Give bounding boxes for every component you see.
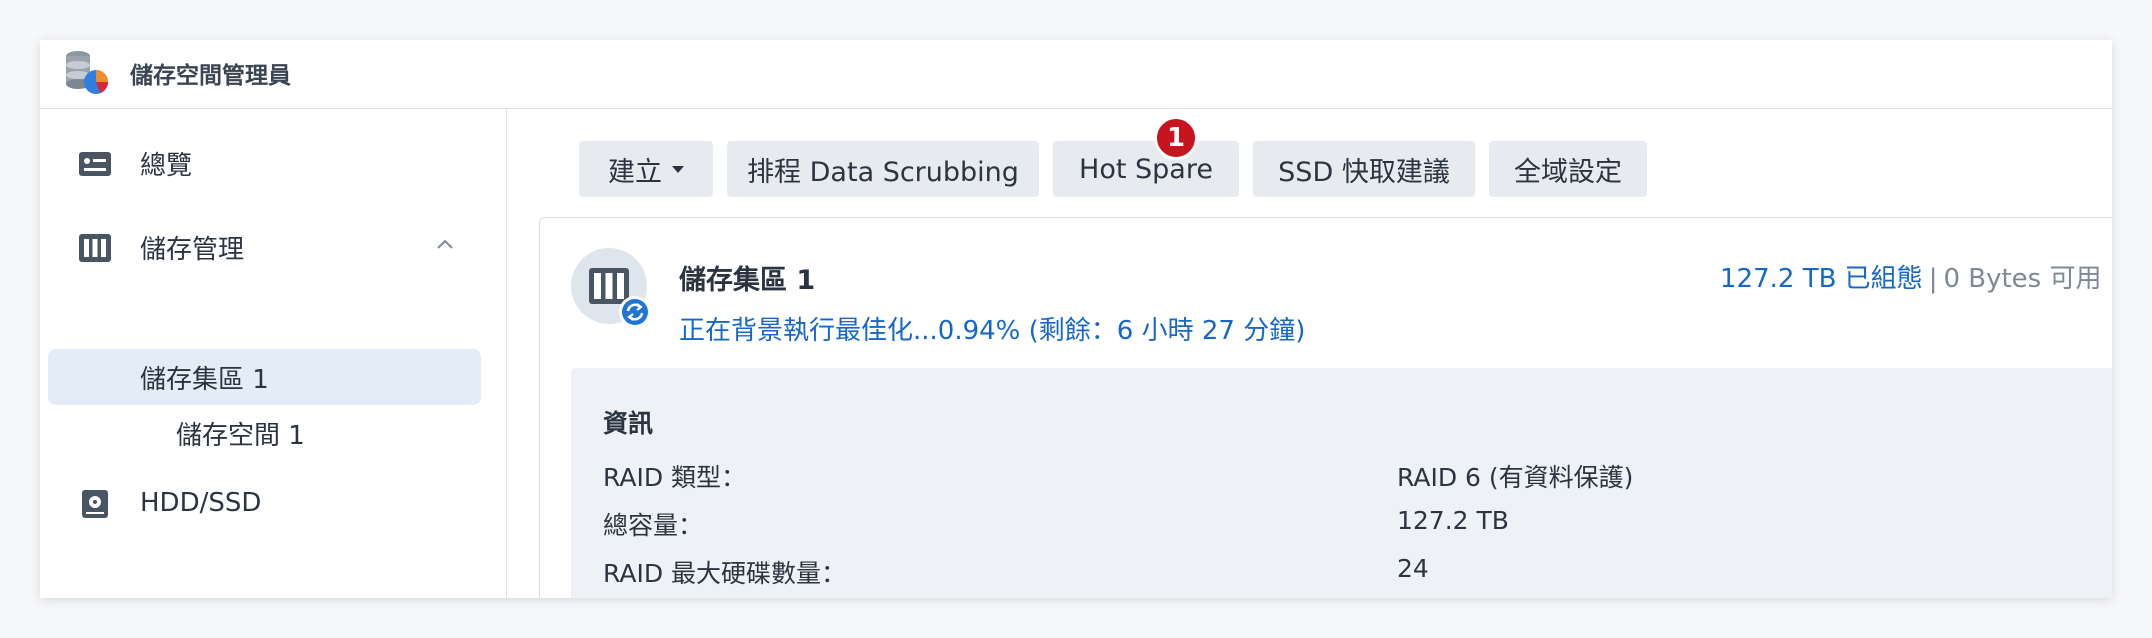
sidebar: 總覽 儲存管理 儲存集區 1 儲存空間 1 HDD/SSD (40, 109, 507, 598)
optimization-status: 正在背景執行最佳化...0.94% (剩餘：6 小時 27 分鐘) (679, 316, 1306, 346)
sidebar-item-label: 儲存空間 1 (176, 420, 305, 451)
sidebar-item-storage-pool-1[interactable]: 儲存集區 1 (48, 349, 481, 405)
caret-down-icon (672, 165, 684, 173)
storage-pool-card[interactable]: 儲存集區 1 正在背景執行最佳化...0.94% (剩餘：6 小時 27 分鐘)… (539, 217, 2112, 598)
create-button[interactable]: 建立 (579, 141, 713, 197)
create-button-label: 建立 (608, 156, 662, 188)
main-content: 建立 排程 Data Scrubbing Hot Spare 1 SSD 快取建… (507, 109, 2112, 598)
overview-icon (79, 152, 111, 176)
info-panel: 資訊 RAID 類型： RAID 6 (有資料保護) 總容量： 127.2 TB… (571, 368, 2112, 598)
global-settings-button[interactable]: 全域設定 (1489, 141, 1647, 197)
ssd-cache-advisor-button[interactable]: SSD 快取建議 (1253, 141, 1475, 197)
schedule-data-scrubbing-button[interactable]: 排程 Data Scrubbing (727, 141, 1039, 197)
info-value: 127.2 TB (1397, 506, 1509, 535)
sidebar-item-storage[interactable]: 儲存管理 (48, 219, 481, 275)
info-key: RAID 類型： (603, 463, 747, 492)
sidebar-item-hdd-ssd[interactable]: HDD/SSD (48, 475, 481, 531)
app-title: 儲存空間管理員 (130, 63, 291, 89)
sidebar-item-label: 總覽 (140, 150, 193, 181)
chevron-up-icon[interactable] (433, 233, 457, 257)
scrubbing-button-label: 排程 Data Scrubbing (747, 156, 1019, 188)
sidebar-item-label: HDD/SSD (140, 488, 262, 518)
notification-badge: 1 (1154, 116, 1198, 160)
capacity-summary: 127.2 TB 已組態 | 0 Bytes 可用 (1720, 258, 2102, 295)
storage-icon (79, 234, 111, 262)
sidebar-item-volume-1[interactable]: 儲存空間 1 (48, 405, 481, 461)
info-key: RAID 最大硬碟數量： (603, 559, 847, 588)
ssd-cache-button-label: SSD 快取建議 (1278, 156, 1450, 188)
info-value: 24 (1397, 554, 1429, 583)
sidebar-item-label: 儲存集區 1 (140, 364, 269, 395)
storage-manager-window: 儲存空間管理員 總覽 儲存管理 儲存集區 1 儲存空間 1 HDD/SSD 建立… (40, 40, 2112, 598)
hdd-icon (82, 490, 108, 518)
capacity-separator: | (1928, 264, 1938, 294)
hot-spare-button[interactable]: Hot Spare (1053, 141, 1239, 197)
storage-manager-app-icon (66, 51, 108, 94)
sidebar-item-label: 儲存管理 (140, 234, 245, 265)
configured-capacity: 127.2 TB 已組態 (1720, 264, 1923, 294)
info-key: 總容量： (603, 511, 704, 540)
title-bar: 儲存空間管理員 (40, 40, 2112, 109)
storage-pool-title: 儲存集區 1 (679, 265, 816, 296)
available-capacity: 0 Bytes 可用 (1943, 264, 2102, 294)
hot-spare-button-label: Hot Spare (1079, 153, 1213, 185)
info-title: 資訊 (603, 409, 654, 438)
info-value: RAID 6 (有資料保護) (1397, 463, 1634, 492)
sidebar-item-overview[interactable]: 總覽 (48, 135, 481, 191)
global-settings-button-label: 全域設定 (1514, 156, 1622, 188)
storage-pool-icon (571, 248, 651, 328)
